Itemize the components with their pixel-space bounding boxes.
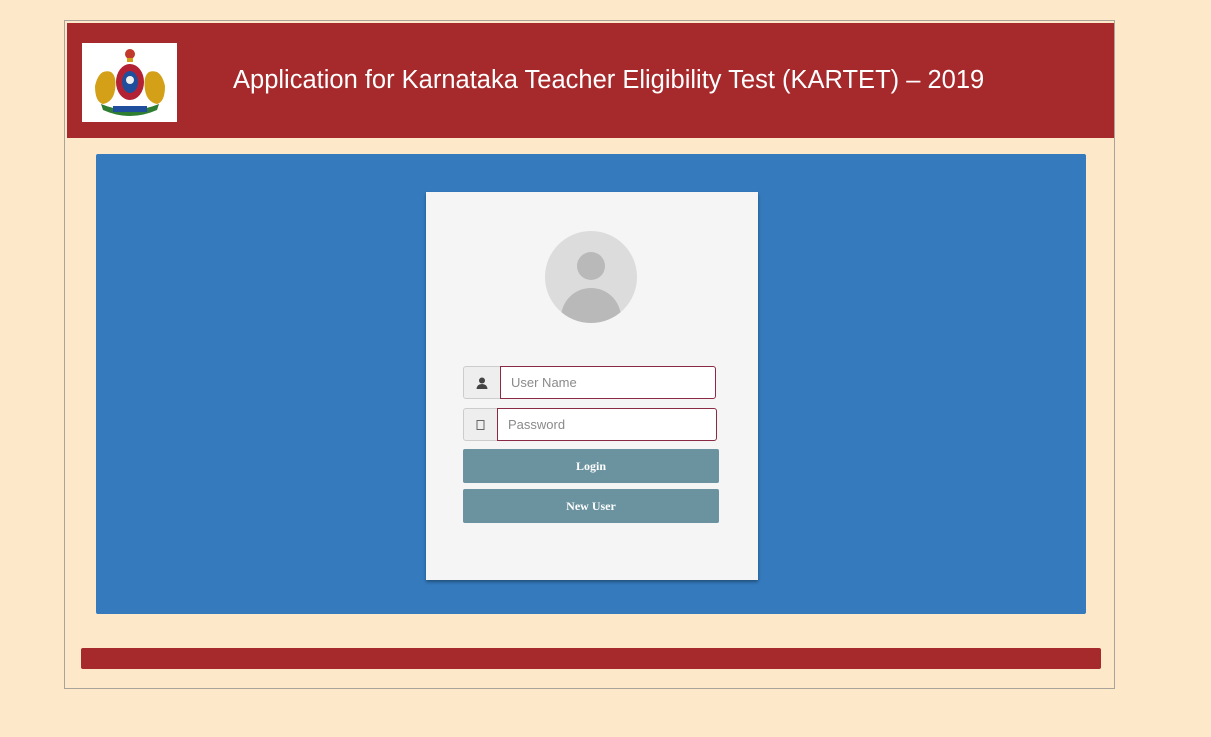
avatar-head	[577, 252, 605, 280]
username-row	[463, 366, 718, 399]
lock-icon	[463, 408, 498, 441]
password-input[interactable]	[497, 408, 717, 441]
avatar-body	[561, 288, 621, 323]
header-banner: Application for Karnataka Teacher Eligib…	[67, 23, 1114, 138]
username-input[interactable]	[500, 366, 716, 399]
footer-bar	[81, 648, 1101, 669]
login-card: Login New User	[426, 192, 758, 580]
login-panel-background: Login New User	[96, 154, 1086, 614]
password-row	[463, 408, 718, 441]
page-frame: Application for Karnataka Teacher Eligib…	[64, 20, 1115, 689]
avatar-placeholder-icon	[545, 231, 637, 323]
user-icon	[463, 366, 501, 399]
karnataka-emblem-icon	[82, 43, 177, 122]
page-title: Application for Karnataka Teacher Eligib…	[233, 66, 985, 94]
new-user-button[interactable]: New User	[463, 489, 719, 523]
login-button[interactable]: Login	[463, 449, 719, 483]
